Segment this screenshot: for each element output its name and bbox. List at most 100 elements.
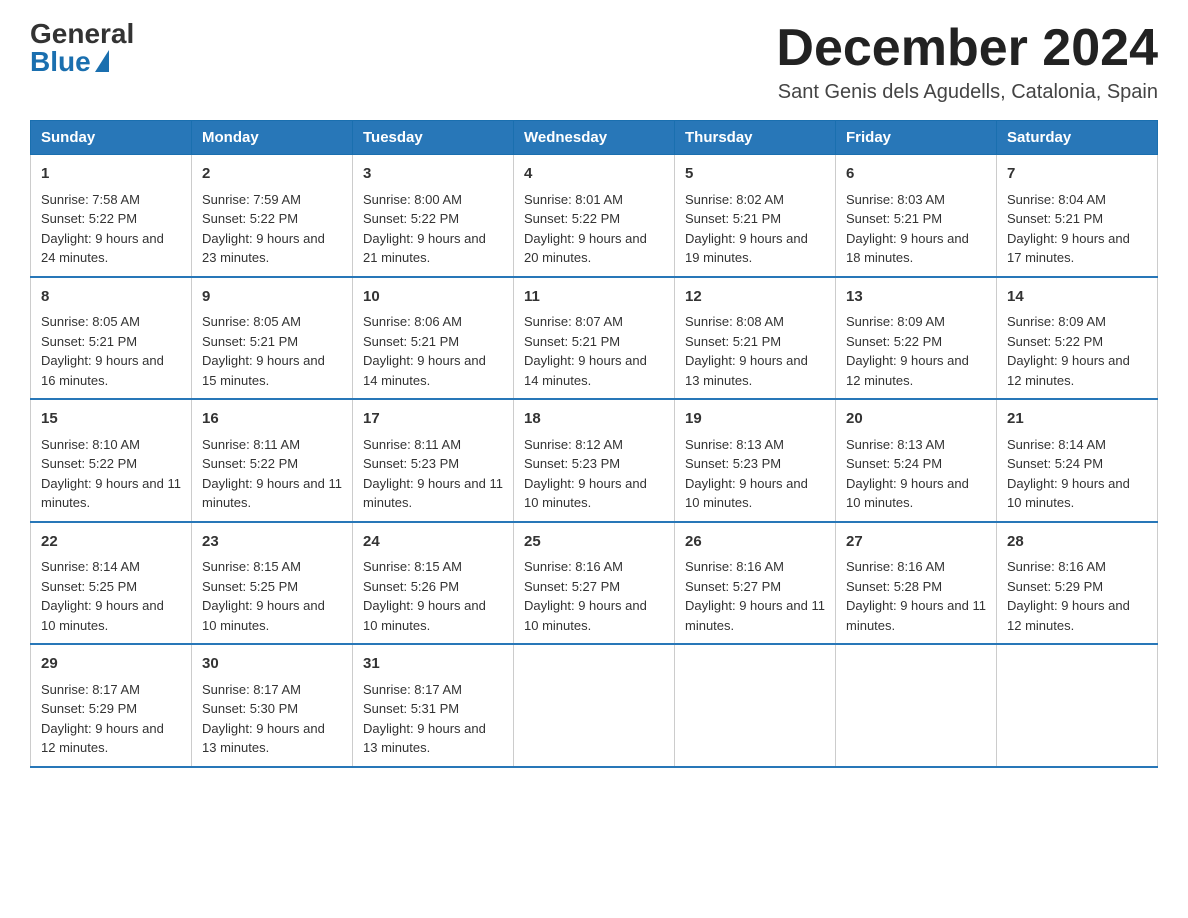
day-number: 1 xyxy=(41,163,181,186)
calendar-cell: 2Sunrise: 7:59 AMSunset: 5:22 PMDaylight… xyxy=(192,155,353,277)
day-number: 28 xyxy=(1007,531,1147,554)
day-number: 13 xyxy=(846,286,986,309)
day-info: Sunrise: 8:08 AMSunset: 5:21 PMDaylight:… xyxy=(685,314,808,388)
day-info: Sunrise: 7:59 AMSunset: 5:22 PMDaylight:… xyxy=(202,192,325,266)
calendar-cell: 26 Sunrise: 8:16 AMSunset: 5:27 PMDayligh… xyxy=(675,522,836,645)
day-info: Sunrise: 8:17 AMSunset: 5:29 PMDaylight:… xyxy=(41,682,164,756)
day-number: 19 xyxy=(685,408,825,431)
day-info: Sunrise: 8:13 AMSunset: 5:24 PMDaylight:… xyxy=(846,437,969,511)
calendar-cell: 23 Sunrise: 8:15 AMSunset: 5:25 PMDayligh… xyxy=(192,522,353,645)
calendar-cell: 20 Sunrise: 8:13 AMSunset: 5:24 PMDayligh… xyxy=(836,399,997,522)
day-info: Sunrise: 8:06 AMSunset: 5:21 PMDaylight:… xyxy=(363,314,486,388)
calendar-cell: 22 Sunrise: 8:14 AMSunset: 5:25 PMDayligh… xyxy=(31,522,192,645)
day-info: Sunrise: 8:04 AMSunset: 5:21 PMDaylight:… xyxy=(1007,192,1130,266)
day-number: 16 xyxy=(202,408,342,431)
day-number: 12 xyxy=(685,286,825,309)
day-info: Sunrise: 8:05 AMSunset: 5:21 PMDaylight:… xyxy=(202,314,325,388)
calendar-cell: 12 Sunrise: 8:08 AMSunset: 5:21 PMDayligh… xyxy=(675,277,836,400)
day-info: Sunrise: 8:16 AMSunset: 5:27 PMDaylight:… xyxy=(524,559,647,633)
day-number: 22 xyxy=(41,531,181,554)
calendar-cell: 9 Sunrise: 8:05 AMSunset: 5:21 PMDaylight… xyxy=(192,277,353,400)
logo-triangle-icon xyxy=(95,50,109,72)
day-info: Sunrise: 8:07 AMSunset: 5:21 PMDaylight:… xyxy=(524,314,647,388)
calendar-week-row: 29Sunrise: 8:17 AMSunset: 5:29 PMDayligh… xyxy=(31,644,1158,767)
day-number: 6 xyxy=(846,163,986,186)
day-number: 21 xyxy=(1007,408,1147,431)
day-number: 31 xyxy=(363,653,503,676)
header: General Blue December 2024 Sant Genis de… xyxy=(30,20,1158,104)
calendar-cell: 24Sunrise: 8:15 AMSunset: 5:26 PMDayligh… xyxy=(353,522,514,645)
calendar-cell: 25Sunrise: 8:16 AMSunset: 5:27 PMDayligh… xyxy=(514,522,675,645)
day-info: Sunrise: 8:13 AMSunset: 5:23 PMDaylight:… xyxy=(685,437,808,511)
weekday-header-saturday: Saturday xyxy=(997,121,1158,155)
day-number: 30 xyxy=(202,653,342,676)
calendar-cell xyxy=(836,644,997,767)
logo-blue-text: Blue xyxy=(30,48,109,76)
calendar-cell: 3Sunrise: 8:00 AMSunset: 5:22 PMDaylight… xyxy=(353,155,514,277)
day-number: 14 xyxy=(1007,286,1147,309)
day-info: Sunrise: 8:16 AMSunset: 5:29 PMDaylight:… xyxy=(1007,559,1130,633)
day-number: 27 xyxy=(846,531,986,554)
calendar-cell xyxy=(675,644,836,767)
day-info: Sunrise: 8:02 AMSunset: 5:21 PMDaylight:… xyxy=(685,192,808,266)
day-number: 17 xyxy=(363,408,503,431)
day-info: Sunrise: 8:05 AMSunset: 5:21 PMDaylight:… xyxy=(41,314,164,388)
calendar-cell: 5 Sunrise: 8:02 AMSunset: 5:21 PMDaylight… xyxy=(675,155,836,277)
calendar-cell: 27 Sunrise: 8:16 AMSunset: 5:28 PMDayligh… xyxy=(836,522,997,645)
day-number: 23 xyxy=(202,531,342,554)
calendar-cell: 8 Sunrise: 8:05 AMSunset: 5:21 PMDaylight… xyxy=(31,277,192,400)
day-info: Sunrise: 8:11 AMSunset: 5:22 PMDaylight:… xyxy=(202,437,342,511)
calendar-week-row: 1 Sunrise: 7:58 AMSunset: 5:22 PMDaylight… xyxy=(31,155,1158,277)
calendar-cell xyxy=(514,644,675,767)
weekday-header-wednesday: Wednesday xyxy=(514,121,675,155)
day-info: Sunrise: 8:16 AMSunset: 5:28 PMDaylight:… xyxy=(846,559,986,633)
day-number: 26 xyxy=(685,531,825,554)
calendar-cell: 21 Sunrise: 8:14 AMSunset: 5:24 PMDayligh… xyxy=(997,399,1158,522)
calendar-cell: 29Sunrise: 8:17 AMSunset: 5:29 PMDayligh… xyxy=(31,644,192,767)
calendar-cell: 14 Sunrise: 8:09 AMSunset: 5:22 PMDayligh… xyxy=(997,277,1158,400)
calendar-week-row: 22 Sunrise: 8:14 AMSunset: 5:25 PMDayligh… xyxy=(31,522,1158,645)
day-number: 9 xyxy=(202,286,342,309)
day-number: 15 xyxy=(41,408,181,431)
day-number: 18 xyxy=(524,408,664,431)
day-info: Sunrise: 8:15 AMSunset: 5:25 PMDaylight:… xyxy=(202,559,325,633)
calendar-table: SundayMondayTuesdayWednesdayThursdayFrid… xyxy=(30,120,1158,768)
day-number: 4 xyxy=(524,163,664,186)
title-area: December 2024 Sant Genis dels Agudells, … xyxy=(776,20,1158,104)
calendar-week-row: 8 Sunrise: 8:05 AMSunset: 5:21 PMDaylight… xyxy=(31,277,1158,400)
calendar-cell: 19 Sunrise: 8:13 AMSunset: 5:23 PMDayligh… xyxy=(675,399,836,522)
calendar-cell: 16 Sunrise: 8:11 AMSunset: 5:22 PMDayligh… xyxy=(192,399,353,522)
calendar-cell: 7Sunrise: 8:04 AMSunset: 5:21 PMDaylight… xyxy=(997,155,1158,277)
day-info: Sunrise: 8:12 AMSunset: 5:23 PMDaylight:… xyxy=(524,437,647,511)
calendar-cell: 31Sunrise: 8:17 AMSunset: 5:31 PMDayligh… xyxy=(353,644,514,767)
calendar-cell: 28 Sunrise: 8:16 AMSunset: 5:29 PMDayligh… xyxy=(997,522,1158,645)
day-number: 5 xyxy=(685,163,825,186)
calendar-cell: 6 Sunrise: 8:03 AMSunset: 5:21 PMDaylight… xyxy=(836,155,997,277)
day-number: 20 xyxy=(846,408,986,431)
calendar-cell: 10 Sunrise: 8:06 AMSunset: 5:21 PMDayligh… xyxy=(353,277,514,400)
calendar-cell: 1 Sunrise: 7:58 AMSunset: 5:22 PMDaylight… xyxy=(31,155,192,277)
day-info: Sunrise: 8:15 AMSunset: 5:26 PMDaylight:… xyxy=(363,559,486,633)
day-number: 3 xyxy=(363,163,503,186)
calendar-cell: 11 Sunrise: 8:07 AMSunset: 5:21 PMDayligh… xyxy=(514,277,675,400)
day-info: Sunrise: 8:16 AMSunset: 5:27 PMDaylight:… xyxy=(685,559,825,633)
day-info: Sunrise: 8:09 AMSunset: 5:22 PMDaylight:… xyxy=(1007,314,1130,388)
day-number: 10 xyxy=(363,286,503,309)
day-info: Sunrise: 7:58 AMSunset: 5:22 PMDaylight:… xyxy=(41,192,164,266)
calendar-week-row: 15Sunrise: 8:10 AMSunset: 5:22 PMDayligh… xyxy=(31,399,1158,522)
weekday-header-sunday: Sunday xyxy=(31,121,192,155)
day-info: Sunrise: 8:14 AMSunset: 5:25 PMDaylight:… xyxy=(41,559,164,633)
calendar-cell: 4Sunrise: 8:01 AMSunset: 5:22 PMDaylight… xyxy=(514,155,675,277)
day-info: Sunrise: 8:17 AMSunset: 5:30 PMDaylight:… xyxy=(202,682,325,756)
logo-general-text: General xyxy=(30,20,134,48)
calendar-cell: 15Sunrise: 8:10 AMSunset: 5:22 PMDayligh… xyxy=(31,399,192,522)
day-info: Sunrise: 8:11 AMSunset: 5:23 PMDaylight:… xyxy=(363,437,503,511)
weekday-header-tuesday: Tuesday xyxy=(353,121,514,155)
calendar-cell xyxy=(997,644,1158,767)
day-info: Sunrise: 8:14 AMSunset: 5:24 PMDaylight:… xyxy=(1007,437,1130,511)
day-info: Sunrise: 8:03 AMSunset: 5:21 PMDaylight:… xyxy=(846,192,969,266)
weekday-header-friday: Friday xyxy=(836,121,997,155)
day-number: 8 xyxy=(41,286,181,309)
day-number: 11 xyxy=(524,286,664,309)
month-title: December 2024 xyxy=(776,20,1158,77)
